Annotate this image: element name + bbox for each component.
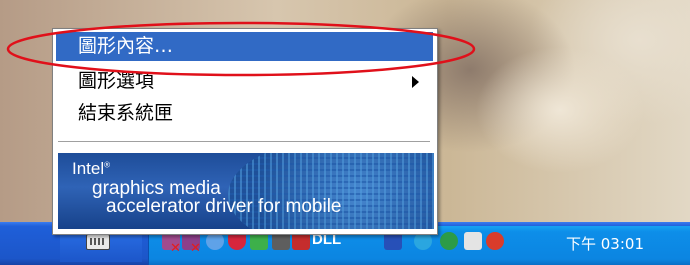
submenu-arrow-icon (412, 76, 419, 88)
menu-item-exit-tray[interactable]: 結束系統匣 (56, 99, 433, 128)
menu-item-label: 圖形選項 (78, 70, 155, 92)
disabled-x-icon: ✕ (190, 241, 201, 256)
menu-item-label: 結束系統匣 (78, 102, 174, 124)
network-icon[interactable] (464, 232, 482, 250)
banner-line-2: accelerator driver for mobile (106, 196, 342, 217)
intel-banner: Intel® graphics media accelerator driver… (58, 153, 434, 229)
clock[interactable]: 下午 03:01 (566, 233, 644, 254)
menu-item-graphics-options[interactable]: 圖形選項 (56, 67, 433, 96)
menu-separator (58, 141, 430, 143)
network-icon[interactable] (440, 232, 458, 250)
keyboard-icon[interactable] (86, 234, 110, 250)
antivirus-icon[interactable] (486, 232, 504, 250)
disabled-x-icon: ✕ (170, 241, 181, 256)
menu-item-graphics-properties[interactable]: 圖形內容… (56, 32, 433, 61)
context-menu: 圖形內容… 圖形選項 結束系統匣 Intel® graphics media a… (52, 28, 438, 235)
menu-item-label: 圖形內容… (78, 35, 174, 57)
intel-logo: Intel® (72, 159, 111, 178)
